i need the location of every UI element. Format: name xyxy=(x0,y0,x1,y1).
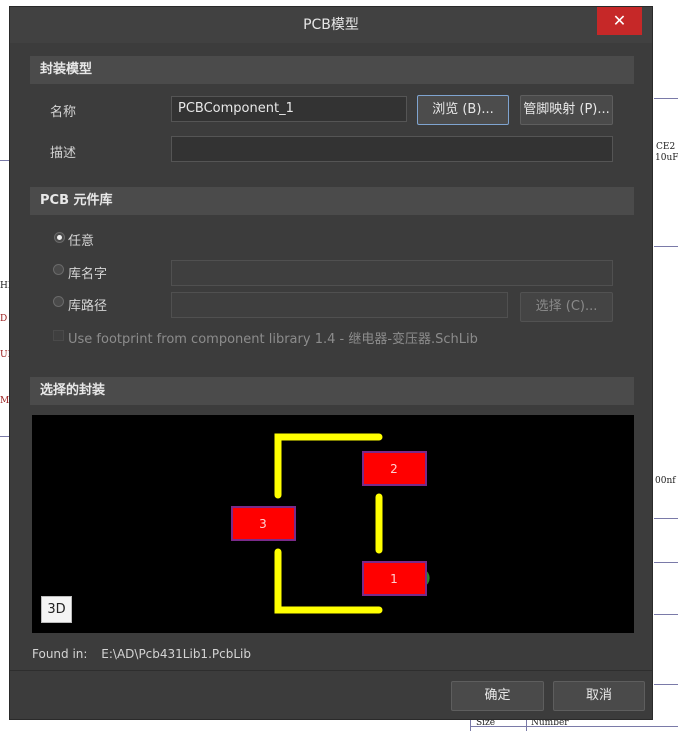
radio-any[interactable] xyxy=(54,232,65,243)
browse-button[interactable]: 浏览 (B)... xyxy=(417,95,509,125)
found-in: Found in: E:\AD\Pcb431Lib1.PcbLib xyxy=(32,647,261,661)
library-path-input[interactable] xyxy=(171,292,508,318)
close-button[interactable]: ✕ xyxy=(597,7,642,35)
footprint-preview[interactable]: 2 3 1 3D xyxy=(32,415,634,633)
pcb-library-header: PCB 元件库 xyxy=(30,187,634,215)
use-footprint-label: Use footprint from component library 1.4… xyxy=(68,332,478,347)
library-name-input[interactable] xyxy=(171,260,613,286)
pcb-model-dialog: PCB模型 ✕ 封装模型 名称 PCBComponent_1 浏览 (B)...… xyxy=(9,6,653,720)
ok-button[interactable]: 确定 xyxy=(451,681,544,711)
bg-label-00nf: 00nf xyxy=(655,476,676,486)
footer-separator xyxy=(10,670,652,671)
name-label: 名称 xyxy=(50,105,77,120)
description-input[interactable] xyxy=(171,136,613,162)
selected-footprint-header: 选择的封装 xyxy=(30,377,634,405)
view-3d-button[interactable]: 3D xyxy=(41,596,72,623)
radio-library-path[interactable] xyxy=(53,296,64,307)
radio-library-name-label[interactable]: 库名字 xyxy=(68,263,107,282)
radio-library-path-label[interactable]: 库路径 xyxy=(68,295,107,314)
use-footprint-checkbox[interactable] xyxy=(53,330,64,341)
dialog-title: PCB模型 xyxy=(303,17,359,33)
radio-any-label[interactable]: 任意 xyxy=(68,230,94,249)
pad-3-label: 3 xyxy=(259,517,267,531)
dialog-titlebar[interactable]: PCB模型 xyxy=(10,7,652,43)
close-icon: ✕ xyxy=(612,11,627,30)
found-in-label: Found in: xyxy=(32,647,88,661)
pad-1-label: 1 xyxy=(390,572,398,586)
found-in-path: E:\AD\Pcb431Lib1.PcbLib xyxy=(101,647,251,661)
select-library-button[interactable]: 选择 (C)... xyxy=(520,292,613,322)
bg-label-10uf: 10uF/ xyxy=(655,153,678,163)
footprint-preview-svg: 2 3 1 xyxy=(231,433,430,614)
bg-label-d: D xyxy=(0,314,8,324)
cancel-button[interactable]: 取消 xyxy=(553,681,645,711)
description-label: 描述 xyxy=(50,146,77,161)
radio-library-name[interactable] xyxy=(53,264,64,275)
pad-2[interactable]: 2 xyxy=(362,451,427,486)
pin-map-button[interactable]: 管脚映射 (P)... xyxy=(520,95,613,125)
pad-1[interactable]: 1 xyxy=(362,561,427,596)
name-input[interactable]: PCBComponent_1 xyxy=(171,96,407,122)
footprint-model-header: 封装模型 xyxy=(30,56,634,84)
bg-label-ce2: CE2 xyxy=(656,142,676,152)
pad-3[interactable]: 3 xyxy=(231,506,296,541)
pad-2-label: 2 xyxy=(390,462,398,476)
